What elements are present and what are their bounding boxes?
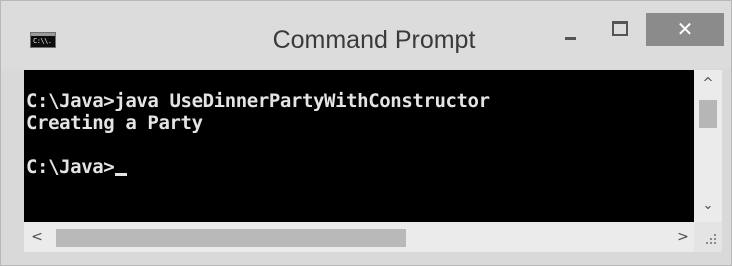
command-prompt-window: C:\\. Command Prompt ✕ C:\Java>java UseD… — [0, 0, 732, 266]
scroll-down-arrow-icon[interactable]: ⌄ — [694, 198, 722, 214]
scroll-right-arrow-icon[interactable]: > — [672, 222, 694, 252]
grip-dot — [706, 242, 708, 244]
prompt-text: C:\Java> — [26, 156, 115, 178]
close-icon: ✕ — [676, 17, 694, 41]
console-output[interactable]: C:\Java>java UseDinnerPartyWithConstruct… — [24, 70, 694, 222]
minimize-icon — [565, 37, 576, 40]
grip-dot — [714, 234, 716, 236]
scroll-up-arrow-icon[interactable]: ^ — [694, 76, 722, 92]
minimize-button[interactable] — [546, 13, 594, 45]
close-button[interactable]: ✕ — [646, 13, 724, 46]
maximize-icon — [612, 21, 628, 36]
prompt-line: C:\Java> — [26, 156, 128, 178]
text-cursor — [115, 173, 128, 176]
grip-dot — [710, 238, 712, 240]
scroll-left-arrow-icon[interactable]: < — [26, 222, 48, 252]
vertical-scrollbar[interactable]: ^ ⌄ — [694, 70, 722, 222]
grip-dot — [714, 238, 716, 240]
grip-dot — [714, 242, 716, 244]
title-bar[interactable]: C:\\. Command Prompt ✕ — [1, 1, 731, 69]
console-line: Creating a Party — [26, 112, 203, 134]
grip-dot — [710, 242, 712, 244]
resize-grip-icon[interactable] — [694, 222, 722, 252]
maximize-button[interactable] — [596, 13, 644, 45]
console-line: C:\Java>java UseDinnerPartyWithConstruct… — [26, 90, 490, 112]
horizontal-scroll-thumb[interactable] — [56, 229, 406, 247]
vertical-scroll-thumb[interactable] — [699, 100, 717, 128]
horizontal-scrollbar[interactable]: < > — [24, 222, 694, 252]
